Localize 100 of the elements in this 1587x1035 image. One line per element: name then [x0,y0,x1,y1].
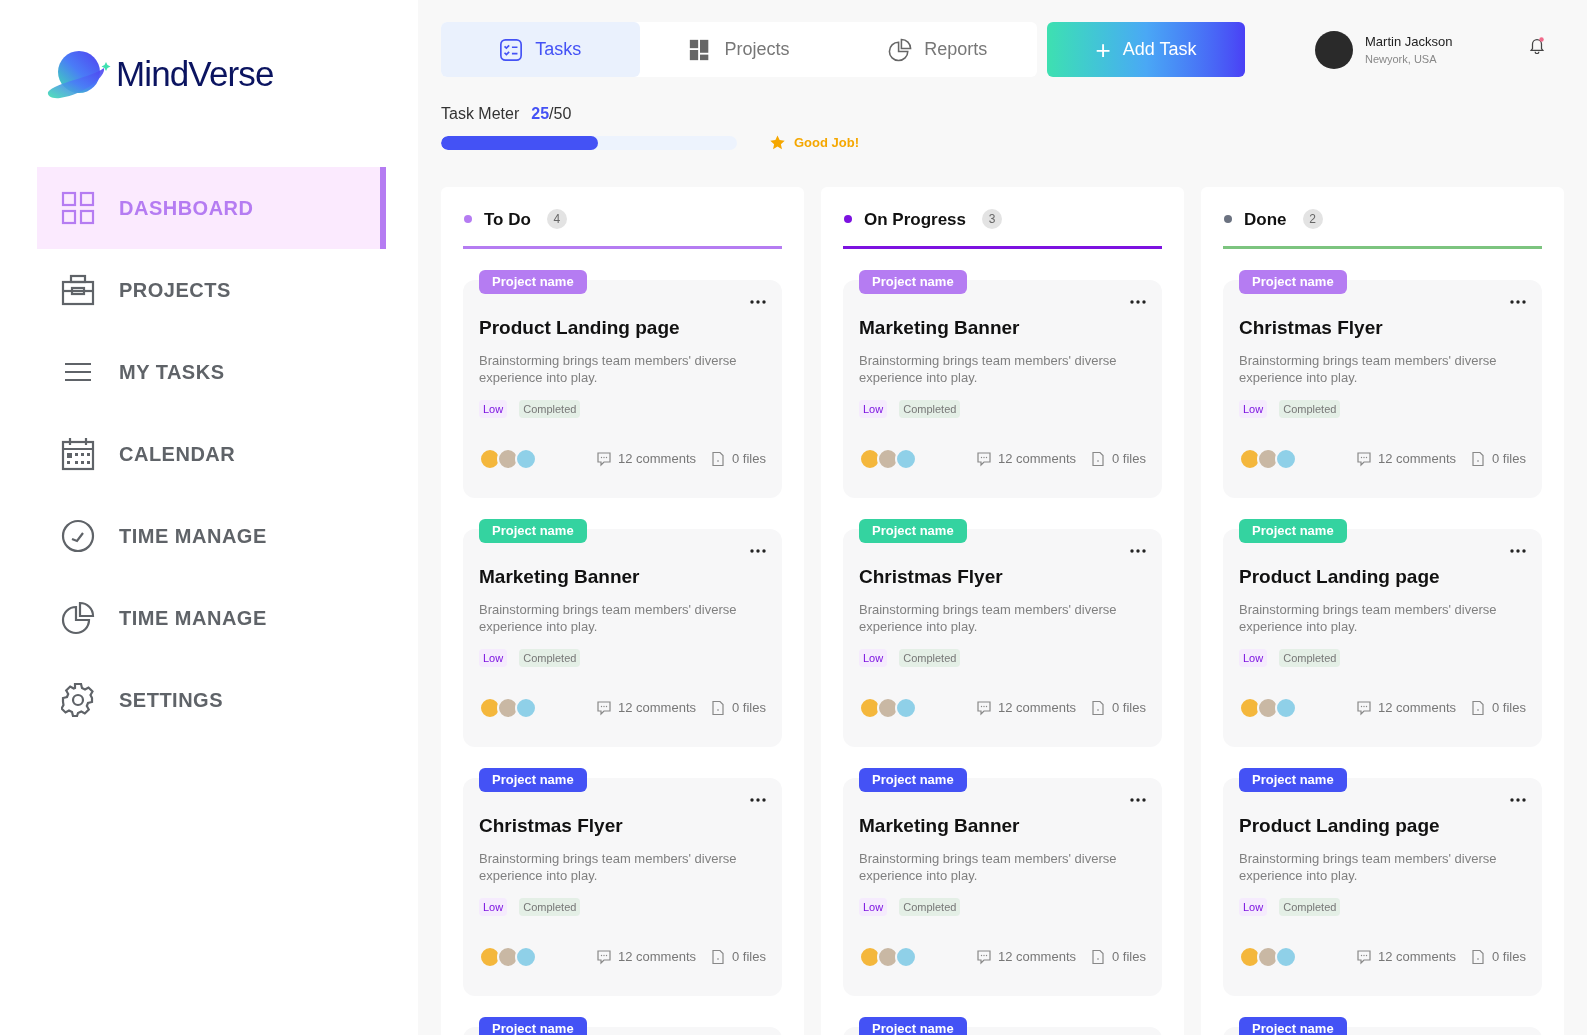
avatar [1257,448,1279,470]
project-tag: Project name [1239,270,1347,294]
avatar [1257,946,1279,968]
card-description: Brainstorming brings team members' diverse experience into play. [479,351,738,386]
file-icon [1090,451,1107,467]
sidebar-item[interactable]: CALENDAR [37,413,386,495]
comments-count: 12 comments [618,948,697,967]
sidebar-item[interactable]: MY TASKS [37,331,386,413]
card-title: Product Landing page [1239,565,1441,589]
project-tag: Project name [479,1017,587,1035]
comment-icon [976,451,992,467]
column-title: Done [1244,208,1287,231]
card-title: Product Landing page [1239,814,1441,838]
sidebar-item[interactable]: SETTINGS [37,659,386,741]
column-title: To Do [484,208,531,231]
card-title: Marketing Banner [859,316,1021,340]
card-title: Product Landing page [479,316,681,340]
status-label: Completed [1279,648,1341,667]
comments-count: 12 comments [998,450,1077,469]
comments-count: 12 comments [618,450,697,469]
avatar[interactable] [1315,30,1353,69]
avatar [479,448,501,470]
sidebar-item[interactable]: PROJECTS [37,249,386,331]
files-count: 0 files [1492,948,1526,967]
card-description: Brainstorming brings team members' diverse experience into play. [859,600,1118,635]
more-options-icon [1510,798,1526,802]
status-label: Completed [519,648,581,667]
avatar [1239,946,1261,968]
files-count: 0 files [1112,948,1146,967]
project-tag: Project name [859,270,967,294]
priority-label: Low [859,897,888,916]
planet-logo-icon [46,48,112,100]
files-count: 0 files [1492,450,1526,469]
card-title: Christmas Flyer [479,814,624,838]
project-tag: Project name [859,768,967,792]
card-description: Brainstorming brings team members' diverse experience into play. [479,849,738,884]
pie-chart-icon [61,601,95,635]
status-label: Completed [519,897,581,916]
card-description: Brainstorming brings team members' diverse experience into play. [1239,351,1498,386]
avatar [1239,697,1261,719]
more-options-icon [750,300,766,304]
status-label: Completed [899,648,961,667]
files-count: 0 files [1112,450,1146,469]
files-count: 0 files [1112,699,1146,718]
sidebar-item[interactable]: TIME MANAGE [37,495,386,577]
avatar [859,448,881,470]
priority-label: Low [479,399,508,418]
logo-text: MindVerse [116,52,274,95]
tab[interactable]: Tasks [441,22,640,77]
status-label: Completed [899,399,961,418]
card-description: Brainstorming brings team members' diverse experience into play. [479,600,738,635]
file-icon [710,700,727,716]
avatar [1239,448,1261,470]
more-options-icon [1130,798,1146,802]
briefcase-icon [61,273,95,307]
more-options-icon [750,798,766,802]
add-task-button[interactable]: + Add Task [1047,22,1245,77]
comments-count: 12 comments [1378,948,1457,967]
files-count: 0 files [732,948,766,967]
comments-count: 12 comments [1378,699,1457,718]
file-icon [710,949,727,965]
user-name: Martin Jackson [1365,32,1453,51]
more-options-icon [1130,300,1146,304]
user-location: Newyork, USA [1365,52,1438,67]
tab[interactable]: Reports [838,22,1037,77]
priority-label: Low [859,648,888,667]
avatar [859,946,881,968]
avatar [479,946,501,968]
files-count: 0 files [1492,699,1526,718]
files-count: 0 files [732,699,766,718]
file-icon [1470,451,1487,467]
column-title: On Progress [864,208,967,231]
comments-count: 12 comments [618,699,697,718]
project-tag: Project name [859,519,967,543]
status-label: Completed [1279,897,1341,916]
count-badge: 2 [1302,209,1323,230]
file-icon [1470,700,1487,716]
file-icon [1470,949,1487,965]
card-description: Brainstorming brings team members' diverse experience into play. [1239,600,1498,635]
file-icon [1090,949,1107,965]
priority-label: Low [1239,399,1268,418]
good-job-message: Good Job! [794,134,859,152]
comment-icon [1356,451,1372,467]
project-tag: Project name [859,1017,967,1035]
task-meter-label: Task Meter [441,104,520,124]
comments-count: 12 comments [1378,450,1457,469]
status-label: Completed [1279,399,1341,418]
tab[interactable]: Projects [639,22,839,77]
files-count: 0 files [732,450,766,469]
sidebar-item[interactable]: TIME MANAGE [37,577,386,659]
project-tag: Project name [1239,519,1347,543]
settings-icon [61,683,95,717]
file-icon [710,451,727,467]
status-label: Completed [899,897,961,916]
more-options-icon [750,549,766,553]
project-tag: Project name [479,270,587,294]
count-badge: 3 [982,209,1003,230]
clock-icon [61,519,95,553]
comment-icon [596,451,612,467]
priority-label: Low [1239,648,1268,667]
